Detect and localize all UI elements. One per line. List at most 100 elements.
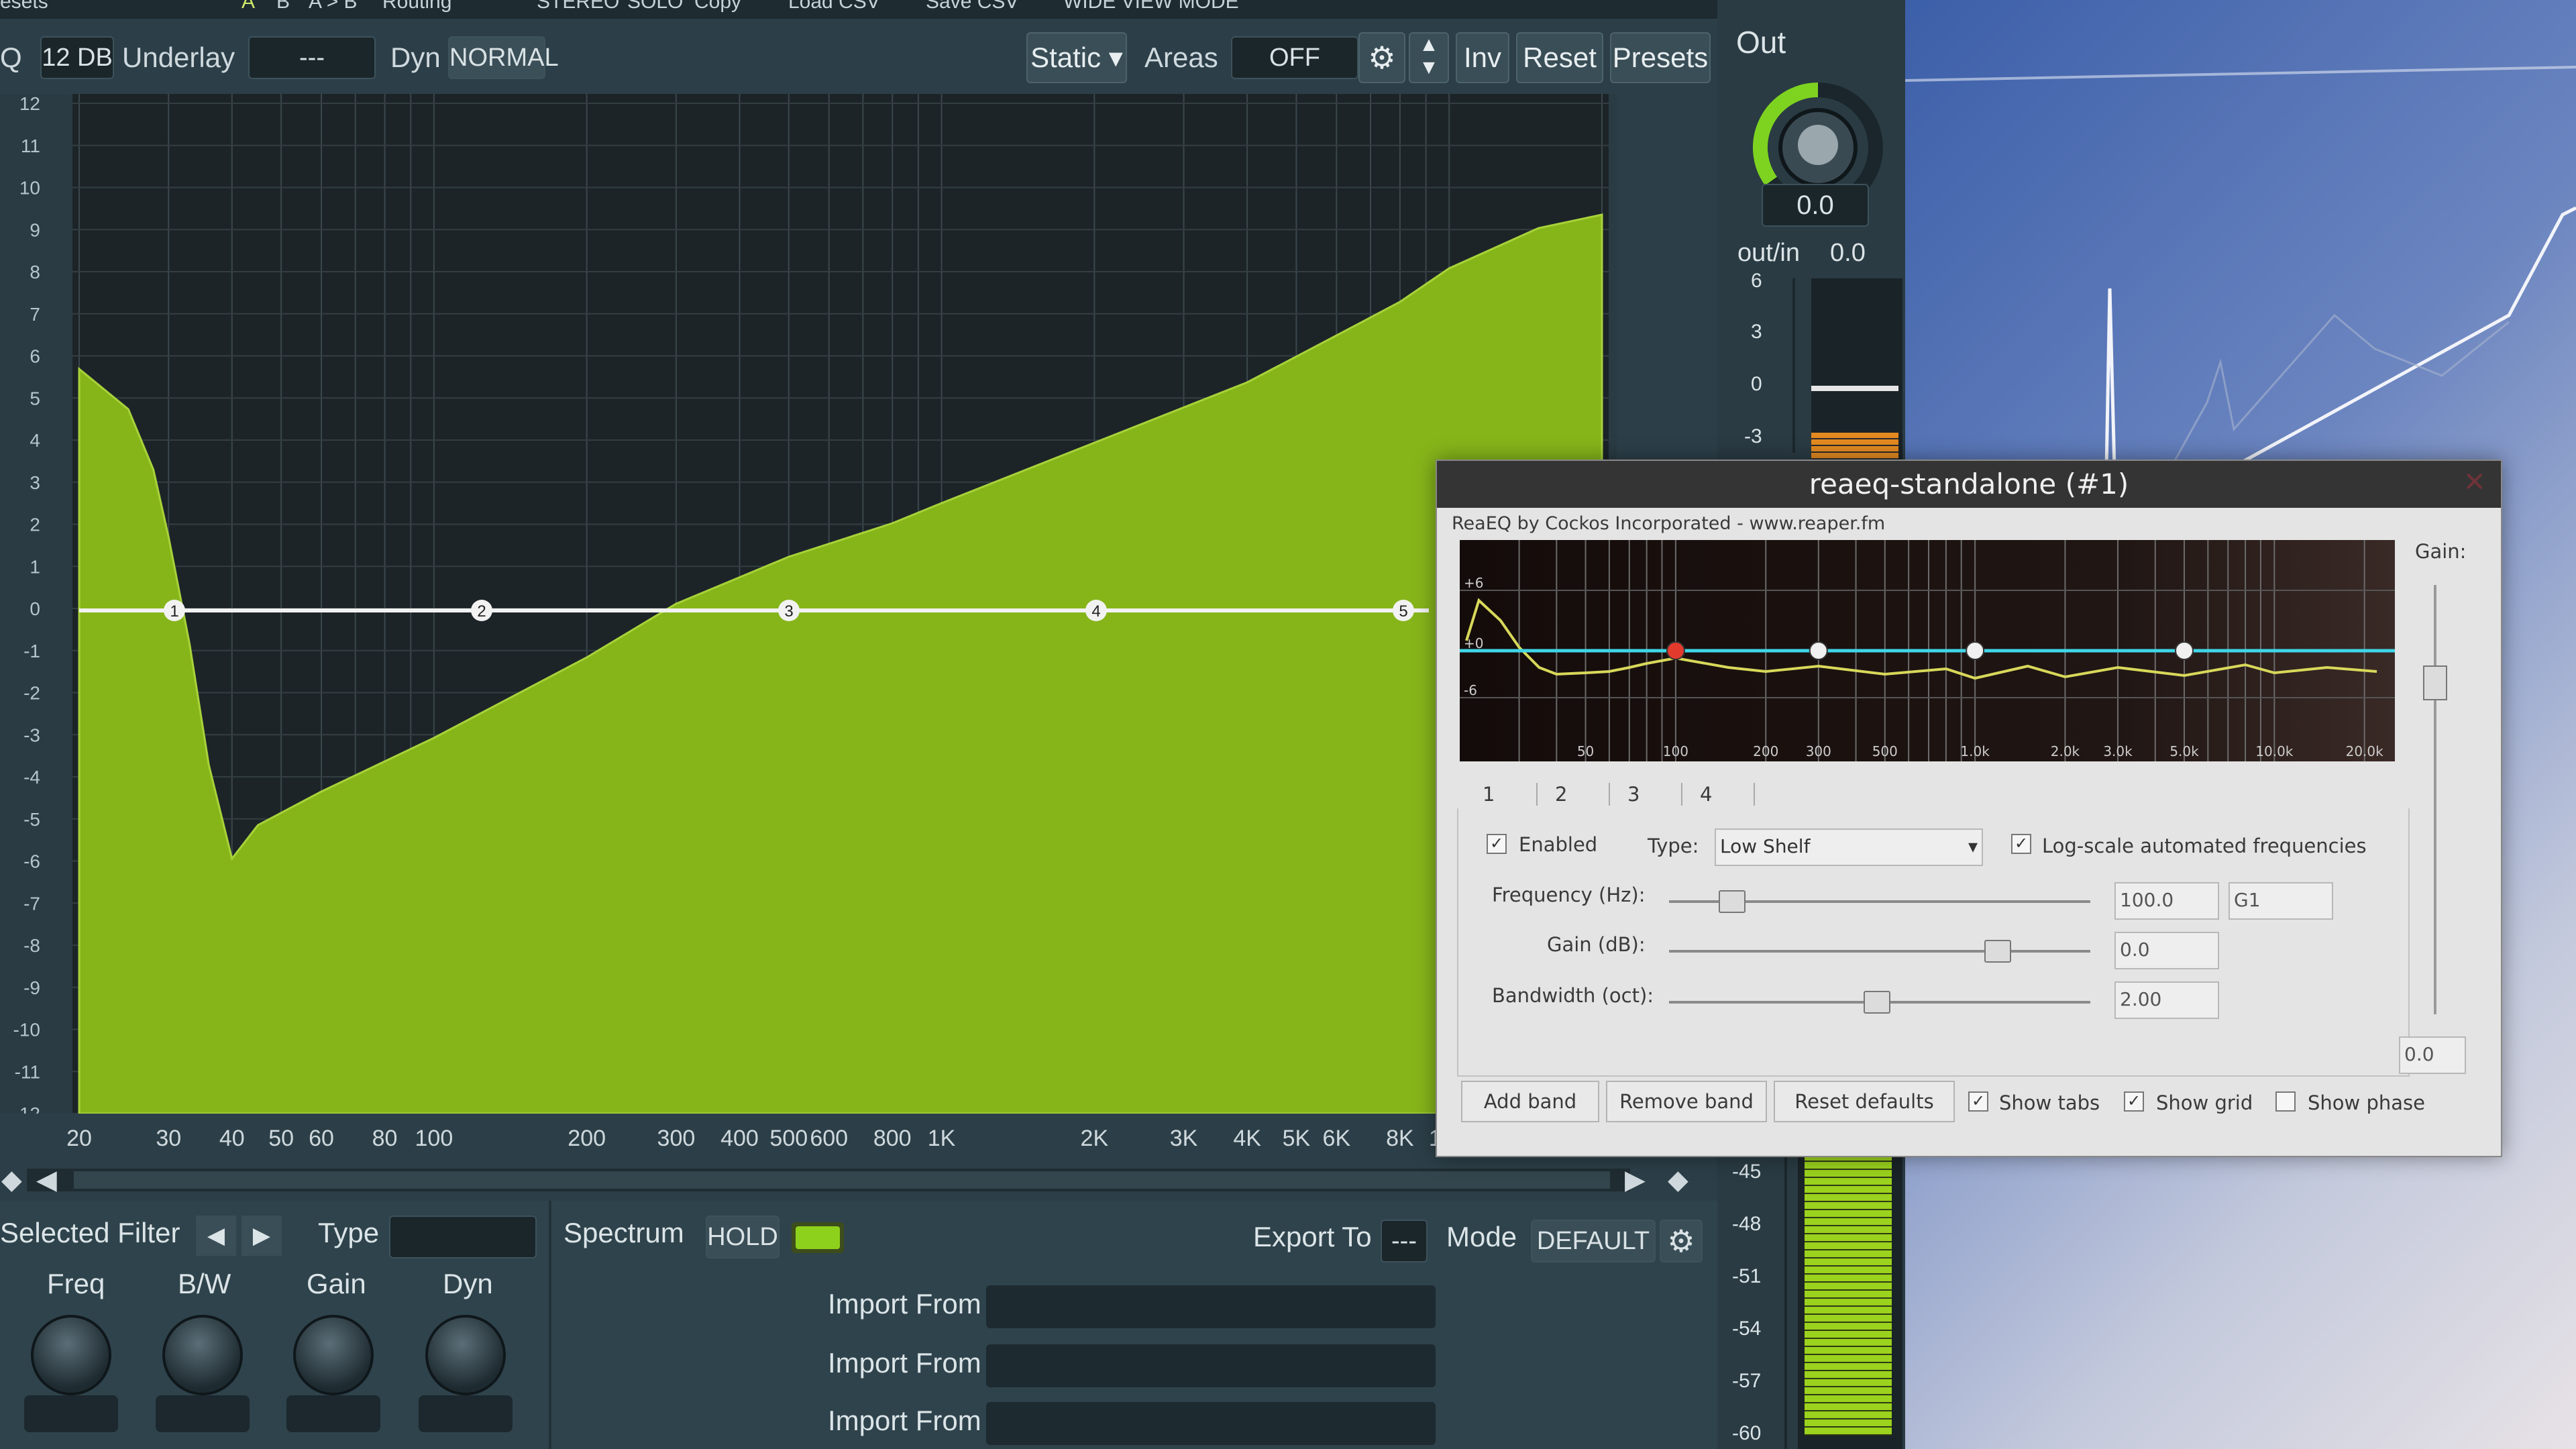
reaeq-title-bar[interactable]: reaeq-standalone (#1) <box>1437 461 2501 508</box>
eq-graph[interactable]: 12345 1211109876543210-1-2-3-4-5-6-7-8-9… <box>0 94 1617 1114</box>
spectrum-toggle[interactable] <box>792 1222 844 1253</box>
type-select[interactable] <box>389 1216 537 1258</box>
reaeq-band-node-4[interactable] <box>2175 641 2194 660</box>
db-scale-label: 4 <box>30 430 40 451</box>
band-tab-4[interactable]: 4 <box>1695 783 1755 806</box>
hold-button[interactable]: HOLD <box>706 1216 780 1258</box>
master-gain-track[interactable] <box>2434 585 2436 1014</box>
freq-label: 20 <box>66 1126 92 1151</box>
reset-defaults-button[interactable]: Reset defaults <box>1774 1081 1955 1122</box>
menu-wide-view[interactable]: WIDE VIEW MODE <box>1063 0 1239 12</box>
band-node-5[interactable]: 5 <box>1393 600 1414 621</box>
next-filter-icon[interactable]: ▶ <box>241 1216 282 1256</box>
db-scale-label: 10 <box>19 178 40 199</box>
invert-button[interactable]: Inv <box>1456 32 1509 83</box>
reaeq-band-node-2[interactable] <box>1809 641 1828 660</box>
knob-label-dyn: Dyn <box>443 1268 493 1299</box>
dyn-mode-button[interactable]: NORMAL <box>448 36 559 79</box>
mode-select[interactable]: DEFAULT <box>1531 1220 1656 1263</box>
menu-load-csv[interactable]: Load CSV <box>788 0 880 12</box>
gain-slider-track[interactable] <box>1669 950 2090 953</box>
band-node-1[interactable]: 1 <box>164 600 185 621</box>
mode-gear-icon[interactable]: ⚙ <box>1660 1220 1703 1263</box>
prev-filter-icon[interactable]: ◀ <box>196 1216 236 1256</box>
meter-scale-6: 6 <box>1751 270 1762 292</box>
reset-button[interactable]: Reset <box>1516 32 1603 83</box>
selected-filter-label: Selected Filter <box>0 1217 180 1248</box>
bw-knob[interactable] <box>149 1315 256 1449</box>
freq-knob[interactable] <box>17 1315 125 1449</box>
import-from-field-1[interactable] <box>986 1285 1436 1328</box>
filter-type-dropdown[interactable]: Low Shelf ▾ <box>1715 828 1983 866</box>
output-gain-value[interactable]: 0.0 <box>1762 184 1869 227</box>
arrow-left-icon[interactable]: ◀ <box>36 1165 57 1195</box>
frequency-slider-thumb[interactable] <box>1719 890 1746 913</box>
db-scale-label: 1 <box>30 556 40 577</box>
freq-label: 2K <box>1081 1126 1109 1151</box>
menu-copy[interactable]: Copy <box>694 0 741 12</box>
close-icon[interactable]: ✕ <box>2463 468 2493 497</box>
master-gain-thumb[interactable] <box>2423 665 2447 700</box>
add-band-button[interactable]: Add band <box>1461 1081 1599 1122</box>
reaeq-freq-label: 5.0k <box>2169 743 2199 759</box>
band-node-4[interactable]: 4 <box>1085 600 1107 621</box>
menu-a[interactable]: A <box>241 0 255 12</box>
menu-a-to-b[interactable]: A > B <box>309 0 358 12</box>
diamond-right-icon[interactable]: ◆ <box>1668 1165 1688 1195</box>
band-tab-3[interactable]: 3 <box>1622 783 1682 806</box>
reaeq-freq-label: 1.0k <box>1960 743 1990 759</box>
gain-slider-thumb[interactable] <box>1984 940 2011 963</box>
freq-label: 600 <box>810 1126 848 1151</box>
db-scale-label: 9 <box>30 219 40 240</box>
mode-label: Mode <box>1446 1221 1517 1252</box>
show-grid-checkbox[interactable]: ✓ <box>2124 1091 2144 1112</box>
menu-routing[interactable]: Routing <box>382 0 451 12</box>
diamond-left-icon[interactable]: ◆ <box>1 1165 22 1195</box>
show-tabs-checkbox[interactable]: ✓ <box>1968 1091 1988 1112</box>
gear-icon[interactable]: ⚙ <box>1358 32 1405 83</box>
frequency-note-field[interactable]: G1 <box>2229 882 2333 920</box>
menu-b[interactable]: B <box>276 0 290 12</box>
band-tab-2[interactable]: 2 <box>1550 783 1610 806</box>
import-from-field-3[interactable] <box>986 1402 1436 1445</box>
arrow-right-icon[interactable]: ▶ <box>1625 1165 1646 1195</box>
underlay-select[interactable]: --- <box>248 36 376 79</box>
bandwidth-slider-thumb[interactable] <box>1864 991 1890 1014</box>
reaeq-freq-label: 10.0k <box>2255 743 2294 759</box>
range-button[interactable]: 12 DB <box>40 36 114 79</box>
presets-button[interactable]: Presets <box>1610 32 1711 83</box>
db-scale-label: 7 <box>30 304 40 325</box>
reaeq-freq-label: 300 <box>1806 743 1831 759</box>
logscale-checkbox[interactable]: ✓ <box>2011 834 2031 854</box>
static-dropdown[interactable]: Static ▾ <box>1026 32 1127 83</box>
spinner-arrows-icon[interactable]: ▲ ▼ <box>1409 32 1449 83</box>
gain-input[interactable]: 0.0 <box>2114 932 2219 969</box>
reaeq-band-node-3[interactable] <box>1966 641 1985 660</box>
enabled-checkbox[interactable]: ✓ <box>1487 834 1507 854</box>
master-gain-value[interactable]: 0.0 <box>2399 1036 2466 1074</box>
areas-select[interactable]: OFF <box>1231 36 1358 79</box>
band-tab-1[interactable]: 1 <box>1477 783 1538 806</box>
q-label: Q <box>0 42 22 73</box>
menu-presets[interactable]: esets <box>0 0 48 12</box>
menu-stereo[interactable]: STEREO <box>537 0 619 12</box>
gain-knob[interactable] <box>280 1315 387 1449</box>
db-scale-label: 5 <box>30 388 40 409</box>
reaeq-graph[interactable]: +6 +0 -6 50 100 200 300 500 1.0k 2.0k 3.0k 5.0k 10.… <box>1460 540 2395 761</box>
menu-save-csv[interactable]: Save CSV <box>926 0 1018 12</box>
frequency-input[interactable]: 100.0 <box>2114 882 2219 920</box>
dyn-knob[interactable] <box>412 1315 519 1449</box>
reaeq-freq-label: 50 <box>1577 743 1594 759</box>
reaeq-band-node-1[interactable] <box>1666 641 1685 660</box>
import-from-field-2[interactable] <box>986 1344 1436 1387</box>
reaeq-freq-label: 2.0k <box>2051 743 2080 759</box>
db-scale-label: -1 <box>23 641 40 661</box>
menu-solo[interactable]: SOLO <box>627 0 683 12</box>
band-node-2[interactable]: 2 <box>471 600 492 621</box>
show-phase-checkbox[interactable] <box>2275 1091 2296 1112</box>
band-node-3[interactable]: 3 <box>778 600 800 621</box>
scroll-thumb[interactable] <box>74 1171 1610 1189</box>
export-to-select[interactable]: --- <box>1381 1220 1428 1263</box>
bandwidth-input[interactable]: 2.00 <box>2114 981 2219 1019</box>
remove-band-button[interactable]: Remove band <box>1606 1081 1767 1122</box>
